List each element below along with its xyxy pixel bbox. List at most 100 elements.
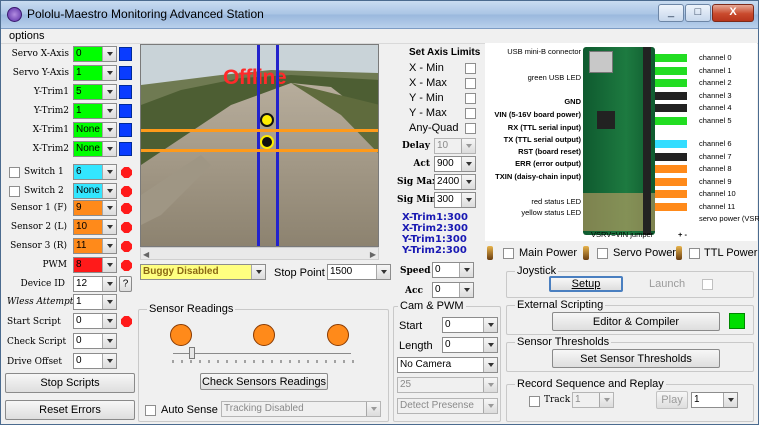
servo-row-select[interactable]: 1 bbox=[73, 65, 117, 81]
scroll-right-icon[interactable]: ▶ bbox=[370, 250, 376, 259]
axis-limit-checkbox[interactable] bbox=[465, 93, 476, 104]
scroll-left-icon[interactable]: ◀ bbox=[143, 250, 149, 259]
servo-color-swatch[interactable] bbox=[119, 142, 132, 156]
camera-scrollbar[interactable]: ◀ ▶ bbox=[140, 247, 379, 260]
board-channel-label: channel 3 bbox=[699, 90, 732, 100]
launch-checkbox[interactable] bbox=[702, 279, 713, 290]
tracking-select[interactable]: Tracking Disabled bbox=[221, 401, 381, 417]
sensor-stop-icon[interactable] bbox=[121, 241, 132, 252]
ttl-power-checkbox[interactable] bbox=[689, 248, 700, 259]
pin-header bbox=[643, 47, 651, 235]
channel-header-indicator bbox=[655, 104, 687, 112]
servo-row-select[interactable]: 1 bbox=[73, 103, 117, 119]
set-thresholds-button[interactable]: Set Sensor Thresholds bbox=[552, 349, 720, 368]
servo-row-label: X-Trim1 bbox=[32, 125, 69, 135]
joystick-setup-button[interactable]: Setup bbox=[549, 276, 623, 292]
board-channel-label: channel 4 bbox=[699, 103, 732, 112]
servo-row-label: Y-Trim1 bbox=[33, 87, 69, 97]
cam-length-select[interactable]: 0 bbox=[442, 337, 498, 353]
editor-compiler-button[interactable]: Editor & Compiler bbox=[552, 312, 720, 331]
cam-start-select[interactable]: 0 bbox=[442, 317, 498, 333]
switch-checkbox[interactable] bbox=[9, 167, 20, 178]
servo-power-checkbox[interactable] bbox=[597, 248, 608, 259]
sensor-slider-thumb[interactable] bbox=[189, 347, 195, 359]
sensor-row-select[interactable]: 11 bbox=[73, 238, 117, 254]
control-select[interactable]: 300 bbox=[434, 192, 476, 208]
axis-limit-checkbox[interactable] bbox=[465, 108, 476, 119]
axis-limit-checkbox[interactable] bbox=[465, 78, 476, 89]
switch-select[interactable]: 6 bbox=[73, 164, 117, 180]
servo-color-swatch[interactable] bbox=[119, 104, 132, 118]
start-script-stop-icon[interactable] bbox=[121, 316, 132, 327]
servo-row-label: Servo X-Axis bbox=[11, 49, 69, 59]
buggy-status-select[interactable]: Buggy Disabled bbox=[140, 264, 266, 280]
stop-scripts-button[interactable]: Stop Scripts bbox=[5, 373, 135, 393]
servo-row-select[interactable]: None bbox=[73, 141, 117, 157]
replay-select[interactable]: 1 bbox=[691, 392, 738, 408]
sensor-slider-track[interactable] bbox=[173, 353, 351, 354]
ttl-power-label: TTL Power bbox=[704, 247, 758, 259]
device-id-select[interactable]: 12 bbox=[73, 276, 117, 292]
main-power-checkbox[interactable] bbox=[503, 248, 514, 259]
app-icon bbox=[7, 7, 22, 22]
switch-label: Switch 1 bbox=[24, 167, 64, 177]
device-id-help-button[interactable]: ? bbox=[119, 276, 132, 292]
menu-options[interactable]: options bbox=[9, 30, 44, 42]
servo-color-swatch[interactable] bbox=[119, 123, 132, 137]
board-channel-label: channel 9 bbox=[699, 176, 732, 186]
speed-select[interactable]: 0 bbox=[432, 262, 474, 278]
acc-select[interactable]: 0 bbox=[432, 282, 474, 298]
start-script-select[interactable]: 0 bbox=[73, 313, 117, 329]
track-checkbox[interactable] bbox=[529, 396, 540, 407]
main-power-label: Main Power bbox=[519, 247, 578, 259]
switch-label: Switch 2 bbox=[24, 186, 64, 196]
sensor-row-select[interactable]: 8 bbox=[73, 257, 117, 273]
control-select[interactable]: 10 bbox=[434, 138, 476, 154]
servo-row-select[interactable]: 5 bbox=[73, 84, 117, 100]
control-select[interactable]: 2400 bbox=[434, 174, 476, 190]
axis-limit-label: Any-Quad bbox=[409, 122, 459, 134]
stop-point-label: Stop Point bbox=[274, 267, 325, 279]
sensor-row-select[interactable]: 9 bbox=[73, 200, 117, 216]
track-select[interactable]: 1 bbox=[572, 392, 614, 408]
switch-stop-icon[interactable] bbox=[121, 167, 132, 178]
switch-select[interactable]: None bbox=[73, 183, 117, 199]
board-left-label: green USB LED bbox=[527, 73, 581, 82]
servo-row-select[interactable]: None bbox=[73, 122, 117, 138]
minimize-button[interactable]: _ bbox=[658, 4, 684, 22]
servo-color-swatch[interactable] bbox=[119, 85, 132, 99]
camera-view[interactable]: Offline bbox=[140, 44, 379, 247]
maximize-button[interactable]: □ bbox=[685, 4, 711, 22]
board-left-label: USB mini-B connector bbox=[507, 47, 581, 56]
sensor-stop-icon[interactable] bbox=[121, 222, 132, 233]
check-script-label: Check Script bbox=[7, 337, 67, 347]
title-bar[interactable]: Pololu-Maestro Monitoring Advanced Stati… bbox=[1, 1, 758, 29]
camera-type-select[interactable]: No Camera bbox=[397, 357, 498, 373]
servo-row-select[interactable]: 0 bbox=[73, 46, 117, 62]
sensor-slider-ticks bbox=[172, 360, 354, 363]
board-left-label: GND bbox=[564, 97, 581, 106]
switch-checkbox[interactable] bbox=[9, 186, 20, 197]
check-script-select[interactable]: 0 bbox=[73, 333, 117, 349]
trim-value: Y-Trim2:300 bbox=[402, 245, 467, 256]
stop-point-select[interactable]: 1500 bbox=[327, 264, 391, 280]
reset-errors-button[interactable]: Reset Errors bbox=[5, 400, 135, 420]
sensor-stop-icon[interactable] bbox=[121, 203, 132, 214]
servo-color-swatch[interactable] bbox=[119, 47, 132, 61]
wless-attempts-select[interactable]: 1 bbox=[73, 294, 117, 310]
control-select[interactable]: 900 bbox=[434, 156, 476, 172]
switch-stop-icon[interactable] bbox=[121, 186, 132, 197]
play-button[interactable]: Play bbox=[656, 391, 688, 409]
scripting-status-indicator bbox=[729, 313, 745, 329]
servo-color-swatch[interactable] bbox=[119, 66, 132, 80]
close-button[interactable]: X bbox=[712, 4, 754, 22]
detect-presence-select[interactable]: Detect Presense bbox=[397, 398, 498, 414]
axis-limit-checkbox[interactable] bbox=[465, 123, 476, 134]
sensor-row-select[interactable]: 10 bbox=[73, 219, 117, 235]
drive-offset-select[interactable]: 0 bbox=[73, 353, 117, 369]
cam-value-select[interactable]: 25 bbox=[397, 377, 498, 393]
check-sensors-button[interactable]: Check Sensors Readings bbox=[200, 373, 328, 390]
sensor-stop-icon[interactable] bbox=[121, 260, 132, 271]
auto-sense-checkbox[interactable] bbox=[145, 405, 156, 416]
axis-limit-checkbox[interactable] bbox=[465, 63, 476, 74]
